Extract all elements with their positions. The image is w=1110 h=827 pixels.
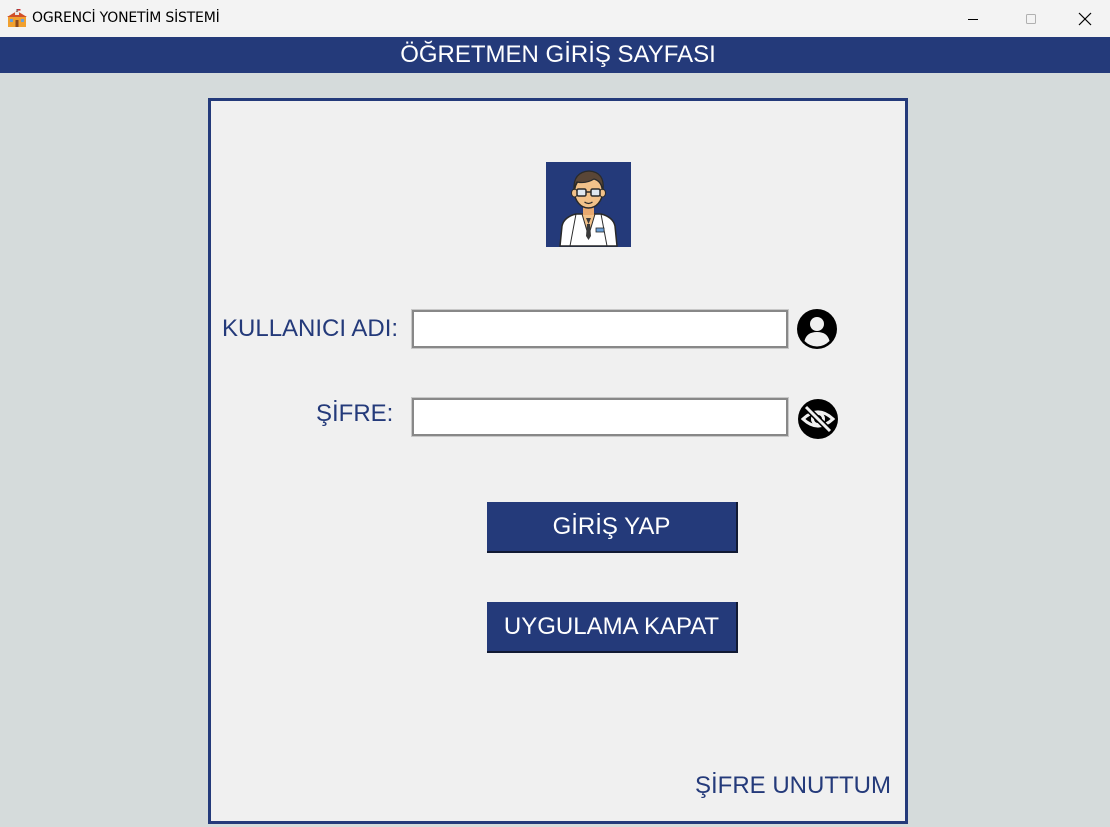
minimize-button[interactable] xyxy=(944,0,1002,37)
forgot-password-link[interactable]: ŞİFRE UNUTTUM xyxy=(695,772,891,800)
username-icon-holder xyxy=(796,308,838,350)
password-visibility-toggle[interactable] xyxy=(797,398,839,440)
window-titlebar: OGRENCİ YONETİM SİSTEMİ xyxy=(0,0,1110,37)
page-title: ÖĞRETMEN GİRİŞ SAYFASI xyxy=(400,41,716,68)
eye-slash-icon xyxy=(798,399,838,439)
username-label: KULLANICI ADI: xyxy=(222,315,399,342)
exit-app-button[interactable]: UYGULAMA KAPAT xyxy=(487,602,738,653)
page-header: ÖĞRETMEN GİRİŞ SAYFASI xyxy=(0,37,1110,73)
password-label: ŞİFRE: xyxy=(316,400,394,427)
password-input[interactable] xyxy=(411,397,789,437)
close-button[interactable] xyxy=(1060,0,1110,37)
school-building-icon xyxy=(7,9,27,27)
teacher-avatar-icon xyxy=(559,170,618,247)
user-circle-icon xyxy=(797,309,837,349)
minimize-icon xyxy=(968,18,978,20)
window-title: OGRENCİ YONETİM SİSTEMİ xyxy=(32,10,220,26)
login-button[interactable]: GİRİŞ YAP xyxy=(487,502,738,553)
avatar xyxy=(546,162,631,247)
close-icon xyxy=(1078,12,1092,25)
maximize-icon xyxy=(1026,13,1036,24)
username-input[interactable] xyxy=(411,309,789,349)
maximize-button[interactable] xyxy=(1002,0,1060,37)
